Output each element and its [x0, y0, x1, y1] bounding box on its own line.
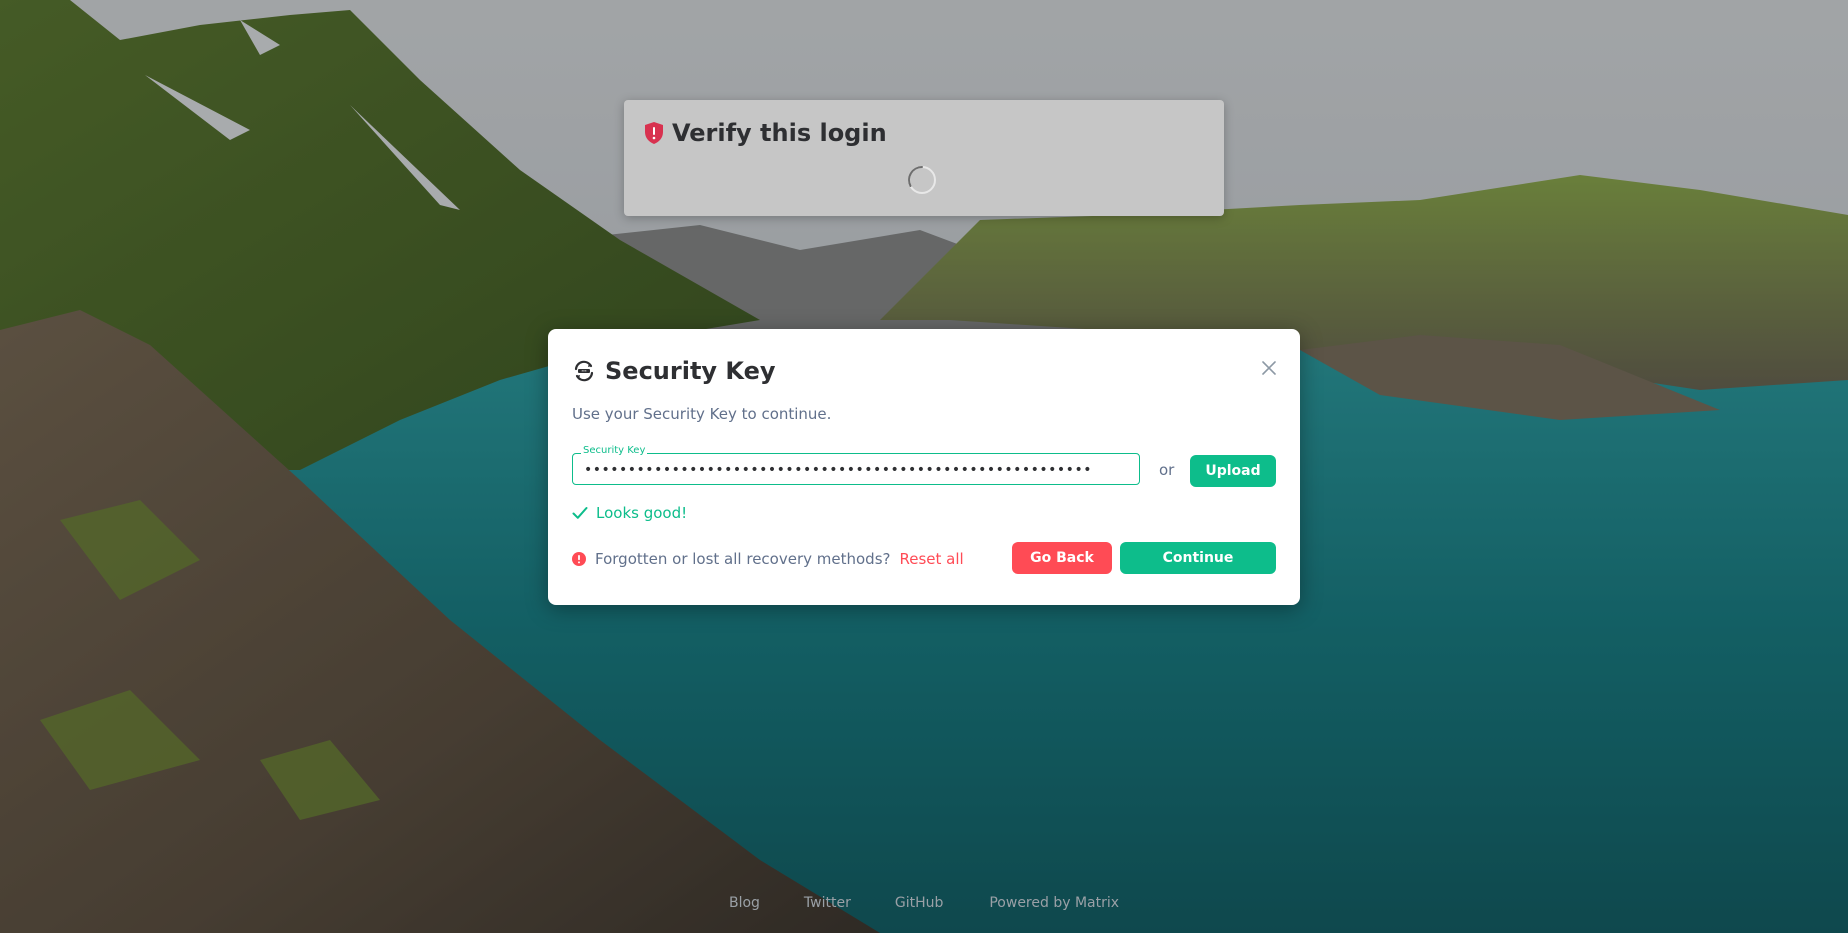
security-key-label: Security Key: [581, 445, 648, 456]
go-back-button[interactable]: Go Back: [1012, 542, 1112, 574]
validation-text: Looks good!: [596, 504, 688, 522]
verify-login-card: Verify this login: [624, 100, 1224, 216]
dialog-header: *** Security Key: [572, 357, 776, 385]
svg-text:***: ***: [581, 369, 586, 373]
footer-link-github[interactable]: GitHub: [895, 895, 944, 911]
dialog-title: Security Key: [605, 357, 776, 385]
footer-links: Blog Twitter GitHub Powered by Matrix: [0, 895, 1848, 911]
checkmark-icon: [572, 507, 588, 519]
loading-spinner-icon: [908, 166, 936, 194]
footer-link-powered-by-matrix[interactable]: Powered by Matrix: [989, 895, 1119, 911]
upload-button[interactable]: Upload: [1190, 455, 1276, 487]
close-icon[interactable]: [1260, 359, 1278, 377]
footer-link-twitter[interactable]: Twitter: [804, 895, 851, 911]
verify-login-title: Verify this login: [672, 119, 887, 147]
warning-icon: [572, 552, 586, 566]
security-key-dialog: *** Security Key Use your Security Key t…: [548, 329, 1300, 605]
continue-button[interactable]: Continue: [1120, 542, 1276, 574]
security-key-field: Security Key: [572, 445, 1140, 485]
verify-login-header: Verify this login: [644, 119, 887, 147]
shield-alert-icon: [645, 122, 663, 144]
forgot-text: Forgotten or lost all recovery methods?: [595, 550, 891, 568]
security-key-icon: ***: [574, 360, 594, 382]
or-separator: or: [1159, 461, 1175, 479]
footer-link-blog[interactable]: Blog: [729, 895, 760, 911]
security-key-input[interactable]: [582, 457, 1106, 483]
dialog-description: Use your Security Key to continue.: [572, 405, 832, 423]
reset-all-link[interactable]: Reset all: [899, 550, 963, 568]
validation-message: Looks good!: [572, 504, 687, 522]
forgot-recovery-row: Forgotten or lost all recovery methods? …: [572, 550, 964, 568]
